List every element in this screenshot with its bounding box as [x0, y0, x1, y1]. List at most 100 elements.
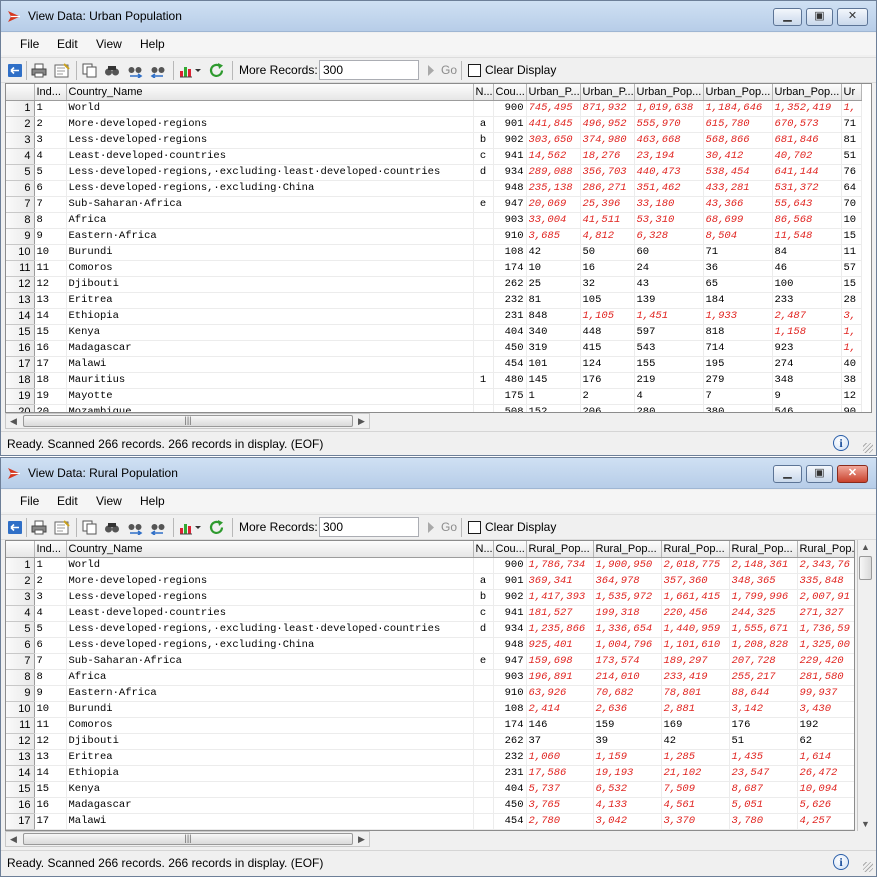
population-value-cell[interactable]: 255,217: [729, 669, 798, 686]
notes-cell[interactable]: [473, 813, 494, 830]
population-value-cell[interactable]: 1,417,393: [526, 589, 594, 606]
notes-cell[interactable]: [473, 701, 494, 718]
population-value-cell[interactable]: 6,532: [593, 781, 662, 798]
row-number[interactable]: 15: [6, 781, 35, 798]
population-column-header[interactable]: Urban_Pop...: [703, 84, 773, 101]
table-row[interactable]: 15 15 Kenya 404 340 448 597 818 1,158 1,: [6, 324, 862, 341]
population-value-cell[interactable]: 286,271: [580, 180, 635, 197]
index-cell[interactable]: 10: [34, 244, 67, 261]
country-name-cell[interactable]: Eastern·Africa: [66, 685, 474, 702]
population-value-cell[interactable]: 10,094: [797, 781, 854, 798]
population-value-cell[interactable]: 11,548: [772, 228, 842, 245]
index-cell[interactable]: 3: [34, 589, 67, 606]
country-name-cell[interactable]: Malawi: [66, 356, 474, 373]
population-value-cell[interactable]: 925,401: [526, 637, 594, 654]
print-icon[interactable]: [31, 63, 47, 78]
country-code-cell[interactable]: 901: [493, 116, 527, 133]
data-grid[interactable]: Ind... Country_Name N... Cou... Urban_P... Ur…: [5, 83, 872, 413]
table-row[interactable]: 12 12 Djibouti 262 37 39 42 51 62: [6, 733, 854, 750]
population-value-cell[interactable]: 16: [580, 260, 635, 277]
notes-cell[interactable]: [473, 308, 494, 325]
notes-cell[interactable]: [473, 637, 494, 654]
row-number[interactable]: 13: [6, 749, 35, 766]
population-value-cell[interactable]: 5,737: [526, 781, 594, 798]
population-value-cell[interactable]: 32: [580, 276, 635, 293]
resize-grip[interactable]: [863, 862, 873, 872]
resize-grip[interactable]: [863, 443, 873, 453]
table-row[interactable]: 1 1 World 900 745,495 871,932 1,019,638 1,184,6…: [6, 100, 862, 117]
index-cell[interactable]: 7: [34, 653, 67, 670]
population-value-cell[interactable]: 40: [841, 356, 862, 373]
population-value-cell[interactable]: 19,193: [593, 765, 662, 782]
population-value-cell[interactable]: 70: [841, 196, 862, 213]
population-value-cell[interactable]: 380: [703, 404, 773, 412]
notes-cell[interactable]: [473, 749, 494, 766]
population-value-cell[interactable]: 681,846: [772, 132, 842, 149]
country-name-cell[interactable]: Less·developed·regions,·excluding·least·…: [66, 164, 474, 181]
population-value-cell[interactable]: 139: [634, 292, 704, 309]
population-value-cell[interactable]: 65: [703, 276, 773, 293]
population-value-cell[interactable]: 496,952: [580, 116, 635, 133]
index-cell[interactable]: 2: [34, 116, 67, 133]
country-code-cell[interactable]: 231: [493, 765, 527, 782]
table-row[interactable]: 20 20 Mozambique 508 152 206 280 380 546 90: [6, 404, 862, 412]
notes-cell[interactable]: [473, 260, 494, 277]
population-value-cell[interactable]: 63,926: [526, 685, 594, 702]
notes-cell[interactable]: [473, 557, 494, 574]
population-value-cell[interactable]: 1: [526, 388, 581, 405]
index-cell[interactable]: 12: [34, 276, 67, 293]
chart-dropdown-icon[interactable]: [179, 63, 203, 78]
menu-file[interactable]: File: [20, 37, 39, 51]
country-code-cell[interactable]: 948: [493, 637, 527, 654]
row-number[interactable]: 7: [6, 653, 35, 670]
index-cell[interactable]: 15: [34, 324, 67, 341]
notes-cell[interactable]: [473, 669, 494, 686]
table-row[interactable]: 16 16 Madagascar 450 319 415 543 714 923 1,: [6, 340, 862, 357]
scroll-thumb[interactable]: |||: [23, 415, 353, 427]
go-button[interactable]: Go: [441, 63, 457, 77]
population-value-cell[interactable]: 50: [580, 244, 635, 261]
country-code-cell[interactable]: 910: [493, 685, 527, 702]
row-number[interactable]: 12: [6, 733, 35, 750]
country-code-cell[interactable]: 174: [493, 717, 527, 734]
country-code-cell[interactable]: 900: [493, 100, 527, 117]
population-value-cell[interactable]: 25,396: [580, 196, 635, 213]
population-value-cell[interactable]: 71: [703, 244, 773, 261]
index-cell[interactable]: 16: [34, 340, 67, 357]
table-row[interactable]: 9 9 Eastern·Africa 910 63,926 70,682 78,801 88,…: [6, 685, 854, 702]
row-number[interactable]: 17: [6, 813, 35, 830]
population-value-cell[interactable]: 3,780: [729, 813, 798, 830]
index-cell[interactable]: 13: [34, 292, 67, 309]
index-cell[interactable]: 8: [34, 669, 67, 686]
notes-cell[interactable]: [473, 797, 494, 814]
country-name-cell[interactable]: Africa: [66, 669, 474, 686]
population-value-cell[interactable]: 2,007,91: [797, 589, 854, 606]
close-button[interactable]: ✕: [837, 465, 868, 483]
population-value-cell[interactable]: 7,509: [661, 781, 730, 798]
population-value-cell[interactable]: 24: [634, 260, 704, 277]
row-number[interactable]: 1: [6, 557, 35, 574]
row-number[interactable]: 11: [6, 260, 35, 277]
population-value-cell[interactable]: 2,414: [526, 701, 594, 718]
notes-cell[interactable]: [473, 324, 494, 341]
index-cell[interactable]: 10: [34, 701, 67, 718]
population-value-cell[interactable]: 745,495: [526, 100, 581, 117]
find-next-icon[interactable]: [127, 63, 143, 78]
population-value-cell[interactable]: 1,435: [729, 749, 798, 766]
country-name-cell[interactable]: Comoros: [66, 260, 474, 277]
population-value-cell[interactable]: 30,412: [703, 148, 773, 165]
population-value-cell[interactable]: 81: [841, 132, 862, 149]
refresh-icon[interactable]: [209, 520, 225, 535]
index-cell[interactable]: 20: [34, 404, 67, 412]
notes-cell[interactable]: b: [473, 589, 494, 606]
population-value-cell[interactable]: 124: [580, 356, 635, 373]
row-number[interactable]: 8: [6, 212, 35, 229]
population-value-cell[interactable]: 4,133: [593, 797, 662, 814]
table-row[interactable]: 13 13 Eritrea 232 81 105 139 184 233 28: [6, 292, 862, 309]
population-value-cell[interactable]: 1,799,996: [729, 589, 798, 606]
population-column-header[interactable]: Rural_Pop...: [593, 541, 662, 558]
row-number[interactable]: 5: [6, 164, 35, 181]
population-value-cell[interactable]: 51: [729, 733, 798, 750]
country-code-cell[interactable]: 108: [493, 701, 527, 718]
country-name-cell[interactable]: Less·developed·regions: [66, 589, 474, 606]
